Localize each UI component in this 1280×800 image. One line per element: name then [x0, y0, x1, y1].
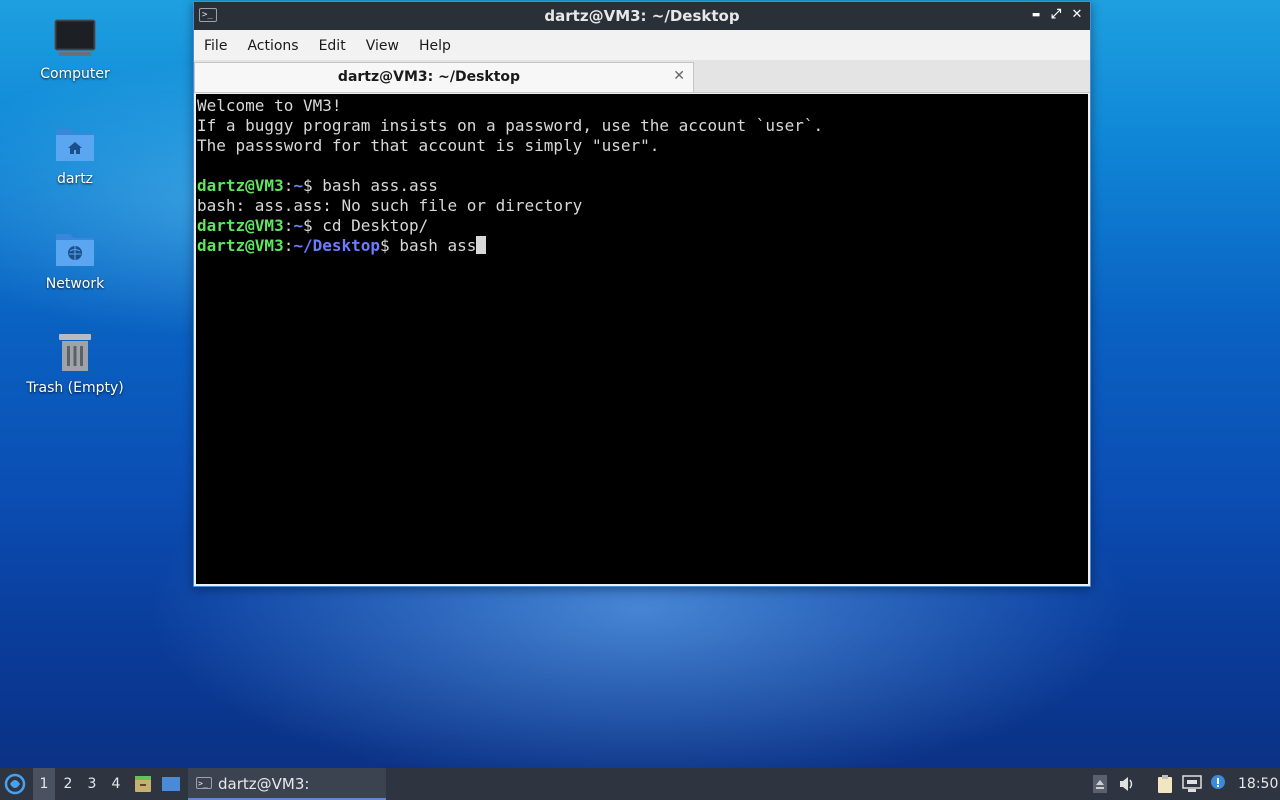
- window-title: dartz@VM3: ~/Desktop: [544, 7, 740, 25]
- prompt-path: ~: [293, 216, 303, 235]
- prompt-separator: :: [283, 176, 294, 195]
- prompt-dollar: $: [302, 216, 323, 235]
- clipboard-button[interactable]: [1154, 768, 1176, 800]
- computer-icon: [54, 19, 96, 56]
- home-folder-icon: [56, 129, 94, 161]
- tab-bar: dartz@VM3: ~/Desktop ✕: [194, 60, 1090, 93]
- prompt-user: dartz@VM3: [197, 236, 284, 255]
- prompt-user: dartz@VM3: [197, 216, 284, 235]
- workspace-4[interactable]: 4: [105, 768, 127, 800]
- close-button[interactable]: ✕: [1068, 6, 1086, 24]
- tab-label: dartz@VM3: ~/Desktop: [337, 69, 521, 85]
- desktop-icon-label: Network: [45, 276, 105, 292]
- desktop-icon-label: Trash (Empty): [26, 380, 124, 396]
- clipboard-icon: [1158, 775, 1172, 793]
- desktop-icon-label: dartz: [56, 171, 94, 187]
- prompt-separator: :: [283, 216, 294, 235]
- desktop-icon-network[interactable]: Network: [15, 228, 135, 292]
- terminal-task-icon: >_: [196, 777, 212, 789]
- prompt-line-current: dartz@VM3:~/Desktop$ bash ass: [197, 236, 1088, 256]
- menu-edit[interactable]: Edit: [309, 30, 356, 54]
- window-titlebar[interactable]: >_ dartz@VM3: ~/Desktop ▬ ⤢ ✕: [194, 2, 1090, 30]
- desktop-icon-trash[interactable]: Trash (Empty): [15, 330, 135, 396]
- task-label: dartz@VM3: ~/Desktop: [218, 775, 310, 793]
- text-cursor: [476, 236, 487, 254]
- motd-line: The passsword for that account is simply…: [197, 136, 660, 155]
- terminal-window: >_ dartz@VM3: ~/Desktop ▬ ⤢ ✕ File Action…: [193, 1, 1091, 587]
- prompt-user: dartz@VM3: [197, 176, 284, 195]
- desktop-icon-label: Computer: [40, 66, 110, 82]
- prompt-line: dartz@VM3:~$ cd Desktop/: [197, 216, 1088, 236]
- command-text: bash ass.ass: [322, 176, 438, 195]
- file-cabinet-icon: [135, 776, 151, 792]
- terminal-tab[interactable]: dartz@VM3: ~/Desktop ✕: [194, 62, 694, 92]
- network-folder-icon: [56, 234, 94, 266]
- menu-file[interactable]: File: [194, 30, 237, 54]
- volume-button[interactable]: [1116, 768, 1138, 800]
- prompt-path: ~: [293, 176, 303, 195]
- desktop-icon: [162, 777, 180, 791]
- tray-expand-button[interactable]: [1089, 768, 1111, 800]
- terminal-output[interactable]: Welcome to VM3! If a buggy program insis…: [196, 94, 1088, 584]
- command-input[interactable]: bash ass: [399, 236, 476, 255]
- menu-bar: File Actions Edit View Help: [194, 30, 1090, 60]
- prompt-separator: :: [283, 236, 294, 255]
- menu-view[interactable]: View: [356, 30, 409, 54]
- minimize-button[interactable]: ▬: [1027, 6, 1045, 24]
- file-manager-launcher[interactable]: [133, 768, 155, 800]
- maximize-button[interactable]: ⤢: [1047, 6, 1065, 24]
- taskbar: 1 2 3 4 >_ dartz@VM3: ~/Desktop: [0, 768, 1280, 800]
- command-text: cd Desktop/: [322, 216, 429, 235]
- lxqt-logo-icon: [4, 773, 26, 795]
- motd-line: Welcome to VM3!: [197, 96, 342, 115]
- notifications-button[interactable]: [1207, 768, 1229, 800]
- show-desktop-button[interactable]: [161, 768, 183, 800]
- menu-help[interactable]: Help: [409, 30, 461, 54]
- menu-actions[interactable]: Actions: [237, 30, 308, 54]
- prompt-dollar: $: [302, 176, 323, 195]
- taskbar-task-terminal[interactable]: >_ dartz@VM3: ~/Desktop: [188, 768, 386, 800]
- network-status-button[interactable]: [1181, 768, 1203, 800]
- workspace-3[interactable]: 3: [81, 768, 103, 800]
- tab-close-icon[interactable]: ✕: [673, 68, 685, 84]
- arrow-up-icon: [1093, 775, 1107, 793]
- desktop-icon-computer[interactable]: Computer: [15, 18, 135, 82]
- desktop-icon-home-folder[interactable]: dartz: [15, 123, 135, 187]
- clock[interactable]: 18:50: [1238, 768, 1278, 800]
- speaker-icon: [1120, 777, 1133, 791]
- workspace-1[interactable]: 1: [33, 768, 55, 800]
- start-menu-button[interactable]: [4, 768, 28, 800]
- prompt-dollar: $: [380, 236, 400, 255]
- notification-info-icon: [1211, 775, 1225, 789]
- trash-icon: [59, 334, 91, 371]
- prompt-line: dartz@VM3:~$ bash ass.ass: [197, 176, 1088, 196]
- prompt-path: ~/Desktop: [293, 236, 381, 255]
- workspace-2[interactable]: 2: [57, 768, 79, 800]
- wired-network-icon: [1182, 775, 1202, 792]
- motd-line: If a buggy program insists on a password…: [197, 116, 824, 135]
- output-line: bash: ass.ass: No such file or directory: [197, 196, 583, 215]
